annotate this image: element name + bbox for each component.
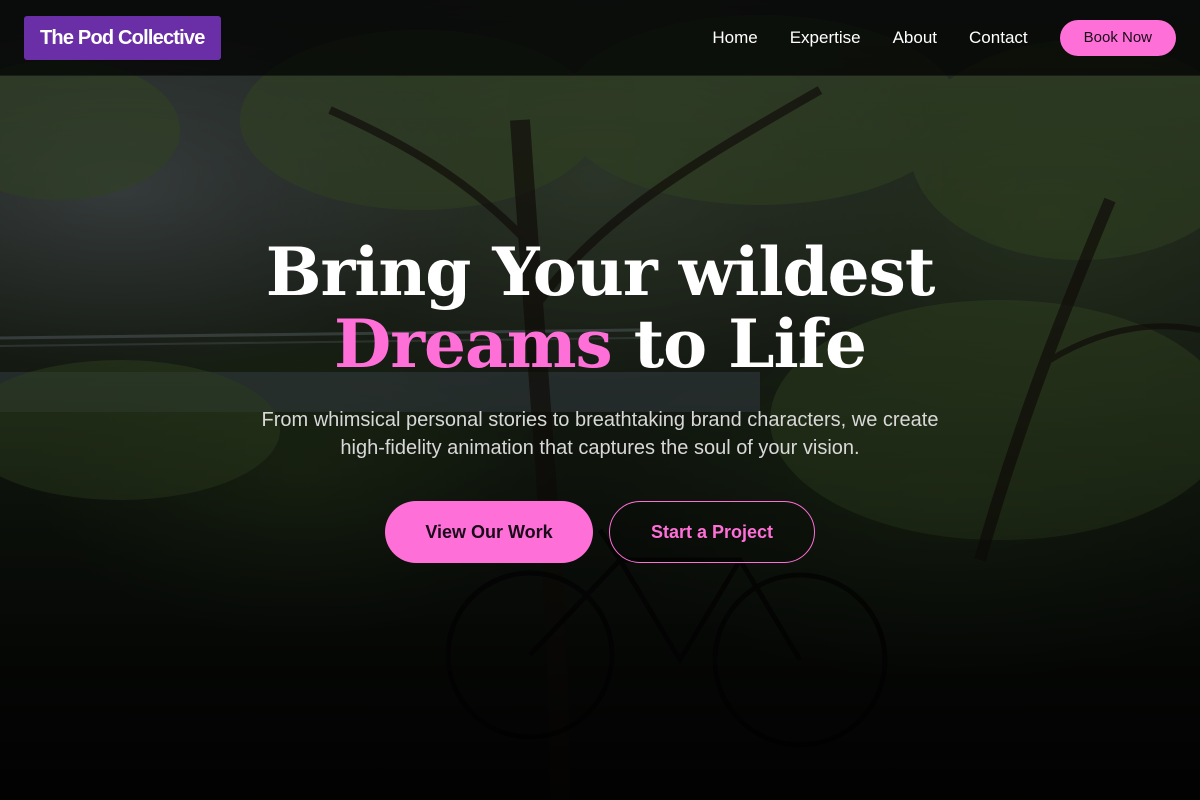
start-a-project-button[interactable]: Start a Project: [609, 501, 815, 563]
nav-link-home[interactable]: Home: [712, 28, 757, 48]
main-nav: Home Expertise About Contact Book Now: [712, 19, 1176, 56]
nav-link-about[interactable]: About: [893, 28, 937, 48]
nav-link-expertise[interactable]: Expertise: [790, 28, 861, 48]
headline-rest: to Life: [611, 305, 867, 383]
headline-accent-word: Dreams: [333, 305, 613, 383]
site-header: The Pod Collective Home Expertise About …: [0, 0, 1200, 76]
brand-logo[interactable]: The Pod Collective: [24, 15, 221, 60]
hero-headline: Bring Your wildest Dreams to Life: [0, 236, 1200, 380]
nav-link-contact[interactable]: Contact: [969, 28, 1028, 48]
hero-subtitle: From whimsical personal stories to breat…: [261, 409, 939, 459]
hero-cta-group: View Our Work Start a Project: [0, 501, 1200, 563]
view-our-work-button[interactable]: View Our Work: [385, 501, 593, 563]
headline-line-1: Bring Your wildest: [265, 233, 936, 311]
hero-section: Bring Your wildest Dreams to Life From w…: [0, 76, 1200, 800]
book-now-button[interactable]: Book Now: [1059, 19, 1176, 56]
